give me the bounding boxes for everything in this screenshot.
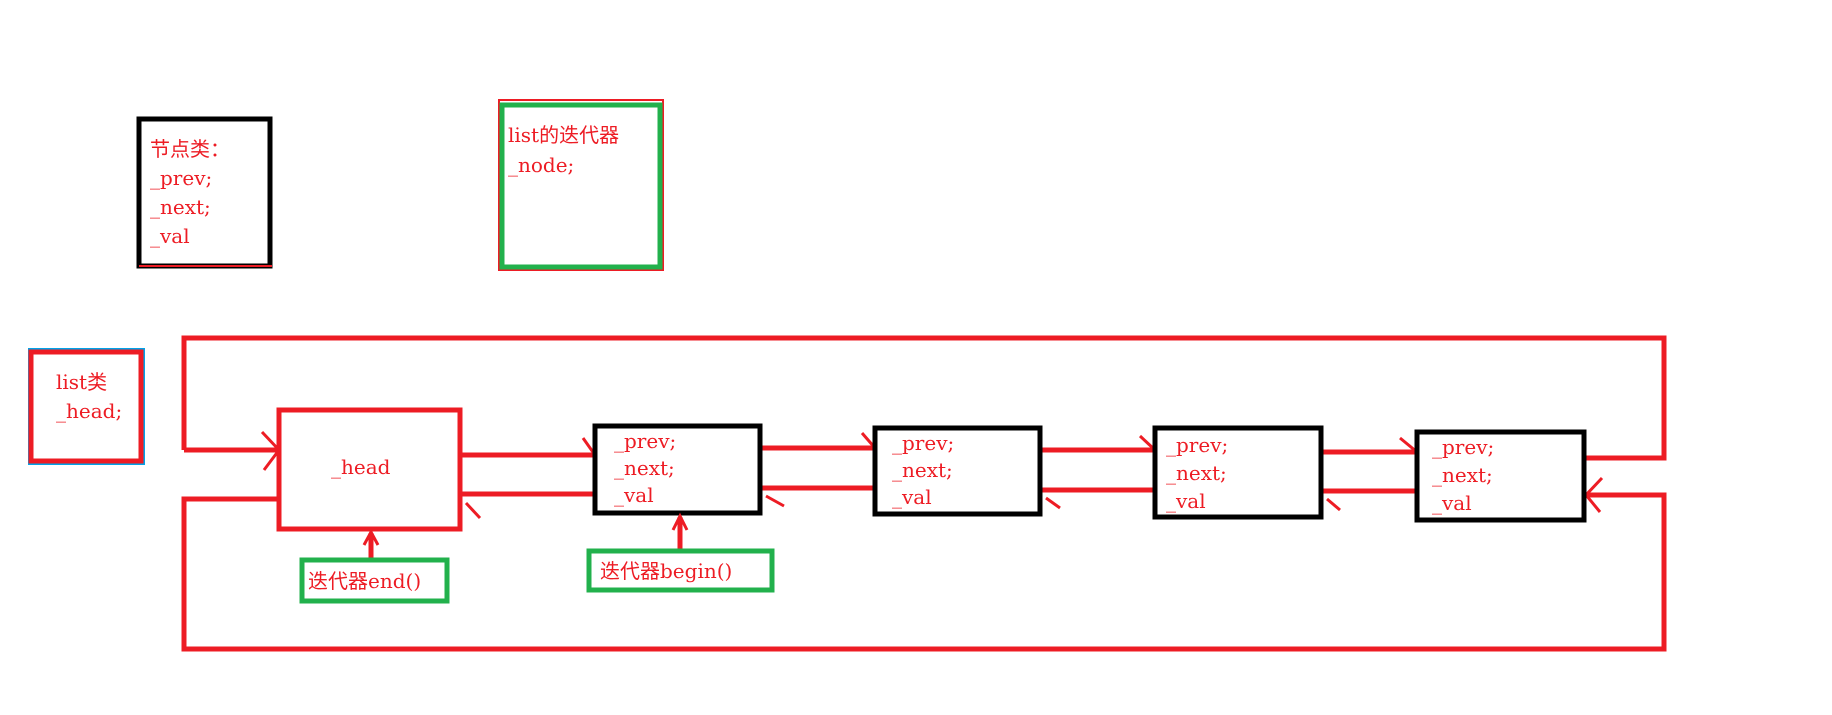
- node-field: _next;: [1166, 461, 1227, 485]
- head-node: _head: [276, 407, 463, 532]
- node-field: _next;: [1432, 463, 1493, 487]
- node-field: _prev;: [1166, 433, 1228, 457]
- end-iterator-box: 迭代器end(): [299, 528, 450, 604]
- node-field: _val: [892, 485, 932, 509]
- head-node-label: _head: [331, 455, 391, 479]
- list-class-field: _head;: [56, 399, 122, 423]
- list-node: _prev; _next; _val: [872, 425, 1043, 517]
- iterator-class-box: list的迭代器 _node;: [498, 99, 664, 271]
- node-field: _prev;: [1432, 435, 1494, 459]
- begin-iterator-label: 迭代器begin(): [600, 559, 732, 583]
- node-field: _val: [1166, 489, 1206, 513]
- node-field: _prev;: [614, 429, 676, 453]
- iterator-class-title: list的迭代器: [508, 123, 619, 147]
- node-field: _next;: [614, 456, 675, 480]
- node-class-title: 节点类：: [150, 137, 230, 161]
- list-node: _prev; _next; _val: [1414, 429, 1587, 523]
- node-field: _next;: [892, 458, 953, 482]
- list-node: _prev; _next; _val: [1152, 425, 1324, 520]
- node-field: _val: [1432, 491, 1472, 515]
- node-class-field: _val: [150, 224, 190, 248]
- node-class-field: _next;: [150, 195, 211, 219]
- end-iterator-label: 迭代器end(): [308, 569, 421, 593]
- begin-iterator-box: 迭代器begin(): [586, 512, 775, 593]
- node-field: _prev;: [892, 431, 954, 455]
- node-class-box: 节点类： _prev; _next; _val: [136, 116, 273, 269]
- linked-list-diagram: 节点类： _prev; _next; _val list的迭代器 _node; …: [28, 99, 1667, 652]
- list-class-box: list类 _head;: [28, 348, 145, 465]
- node-field: _val: [614, 483, 654, 507]
- list-class-title: list类: [56, 370, 107, 394]
- list-node: _prev; _next; _val: [592, 423, 763, 516]
- node-class-field: _prev;: [150, 166, 212, 190]
- iterator-class-field: _node;: [508, 153, 574, 177]
